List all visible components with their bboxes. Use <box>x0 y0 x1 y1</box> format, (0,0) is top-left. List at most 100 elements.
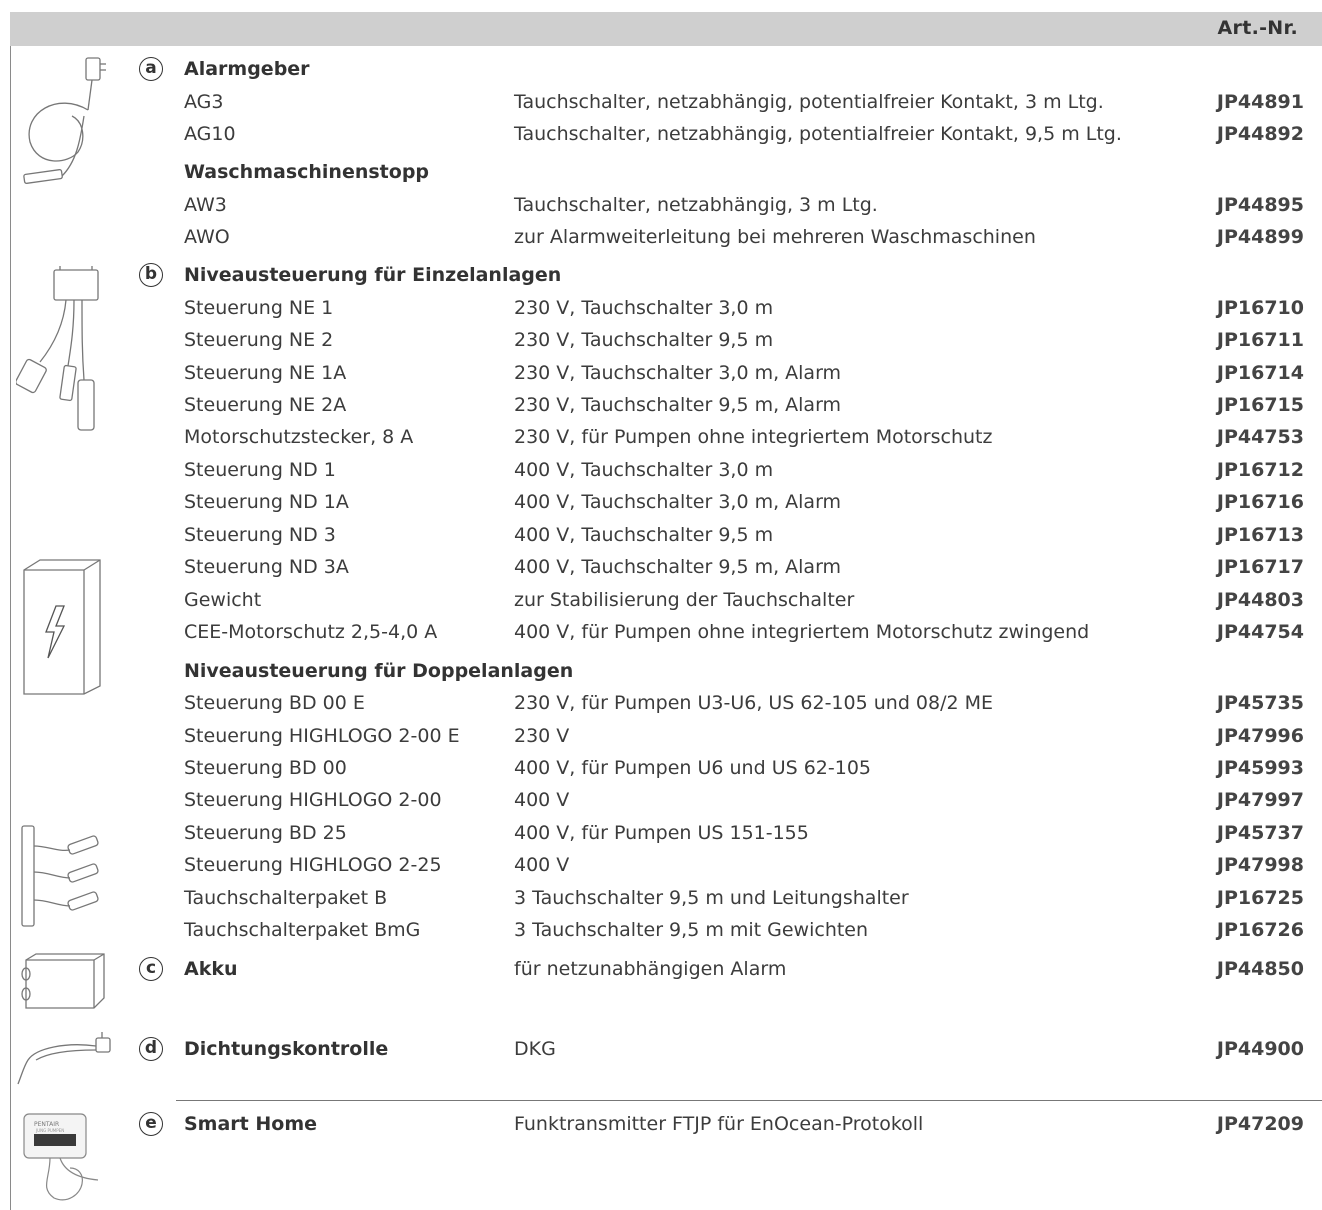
article-number: JP44850 <box>1216 958 1304 980</box>
section-letter-e: e <box>139 1112 163 1136</box>
product-description: Tauchschalter, netzabhängig, potentialfr… <box>514 91 1104 113</box>
table-row: Gewicht zur Stabilisierung der Tauchscha… <box>0 585 1322 615</box>
article-number: JP16725 <box>1216 887 1304 909</box>
section-letter-d: d <box>139 1037 163 1061</box>
article-number: JP16715 <box>1216 394 1304 416</box>
table-row: Steuerung ND 1A 400 V, Tauchschalter 3,0… <box>0 487 1322 517</box>
table-row: Steuerung ND 3A 400 V, Tauchschalter 9,5… <box>0 552 1322 582</box>
product-name: Steuerung NE 1A <box>184 362 347 384</box>
article-number: JP47997 <box>1216 789 1304 811</box>
product-description: 3 Tauchschalter 9,5 m und Leitungshalter <box>514 887 909 909</box>
product-description: 400 V <box>514 854 570 876</box>
table-row: Motorschutzstecker, 8 A 230 V, für Pumpe… <box>0 422 1322 452</box>
product-description: Tauchschalter, netzabhängig, 3 m Ltg. <box>514 194 878 216</box>
product-name: Steuerung HIGHLOGO 2-00 E <box>184 725 460 747</box>
product-name: Steuerung ND 3A <box>184 556 349 578</box>
battery-illustration <box>18 950 110 1014</box>
table-row: Steuerung HIGHLOGO 2-00 E 230 V JP47996 <box>0 721 1322 751</box>
article-number: JP16717 <box>1216 556 1304 578</box>
article-number: JP47209 <box>1216 1113 1304 1135</box>
table-row: AWO zur Alarmweiterleitung bei mehreren … <box>0 222 1322 252</box>
device-sub-label: JUNG PUMPEN <box>35 1128 64 1133</box>
table-row: AG3 Tauchschalter, netzabhängig, potenti… <box>0 87 1322 117</box>
product-name: Motorschutzstecker, 8 A <box>184 426 414 448</box>
section-divider <box>176 1100 1322 1101</box>
product-name: Steuerung BD 25 <box>184 822 347 844</box>
article-number: JP45993 <box>1216 757 1304 779</box>
product-description: 400 V, Tauchschalter 3,0 m <box>514 459 774 481</box>
table-header-bar: Art.-Nr. <box>10 12 1322 46</box>
subheading-waschmaschinenstopp: Waschmaschinenstopp <box>0 157 1322 187</box>
product-description: für netzunabhängigen Alarm <box>514 958 787 980</box>
control-box-illustration <box>20 556 106 698</box>
table-row: Steuerung NE 2 230 V, Tauchschalter 9,5 … <box>0 325 1322 355</box>
article-number: JP44803 <box>1216 589 1304 611</box>
subheading-label: Niveausteuerung für Doppelanlagen <box>184 660 574 682</box>
section-c-row: c Akku für netzunabhängigen Alarm JP4485… <box>0 954 1322 984</box>
section-letter-a: a <box>139 57 163 81</box>
product-description: zur Stabilisierung der Tauchschalter <box>514 589 855 611</box>
article-number: JP44754 <box>1216 621 1304 643</box>
product-description: 400 V, Tauchschalter 9,5 m, Alarm <box>514 556 842 578</box>
table-row: Steuerung BD 00 E 230 V, für Pumpen U3-U… <box>0 688 1322 718</box>
table-row: Steuerung BD 00 400 V, für Pumpen U6 und… <box>0 753 1322 783</box>
product-name: Steuerung HIGHLOGO 2-00 <box>184 789 442 811</box>
product-name: Steuerung ND 3 <box>184 524 336 546</box>
table-row: CEE-Motorschutz 2,5-4,0 A 400 V, für Pum… <box>0 617 1322 647</box>
product-description: 230 V, für Pumpen ohne integriertem Moto… <box>514 426 993 448</box>
product-description: 230 V, Tauchschalter 9,5 m <box>514 329 774 351</box>
product-description: 230 V, Tauchschalter 3,0 m, Alarm <box>514 362 842 384</box>
article-number: JP44900 <box>1216 1038 1304 1060</box>
table-row: Steuerung NE 1A 230 V, Tauchschalter 3,0… <box>0 358 1322 388</box>
product-name: Steuerung ND 1 <box>184 459 336 481</box>
article-number: JP44892 <box>1216 123 1304 145</box>
product-name: Tauchschalterpaket B <box>184 887 388 909</box>
table-row: AG10 Tauchschalter, netzabhängig, potent… <box>0 119 1322 149</box>
product-description: DKG <box>514 1038 556 1060</box>
subheading-doppelanlagen: Niveausteuerung für Doppelanlagen <box>0 656 1322 686</box>
art-nr-column-header: Art.-Nr. <box>1217 17 1298 39</box>
section-d-row: d Dichtungskontrolle DKG JP44900 <box>0 1034 1322 1064</box>
product-name: Steuerung HIGHLOGO 2-25 <box>184 854 442 876</box>
alarm-unit-illustration <box>18 52 128 192</box>
section-letter-c: c <box>139 957 163 981</box>
product-name: Steuerung NE 1 <box>184 297 334 319</box>
product-description: 230 V, Tauchschalter 3,0 m <box>514 297 774 319</box>
table-row: Steuerung ND 3 400 V, Tauchschalter 9,5 … <box>0 520 1322 550</box>
product-name: Steuerung BD 00 E <box>184 692 365 714</box>
product-name: Steuerung BD 00 <box>184 757 347 779</box>
product-name: Steuerung NE 2 <box>184 329 334 351</box>
section-a-heading: a Alarmgeber <box>0 54 1322 84</box>
section-title-einzelanlagen: Niveausteuerung für Einzelanlagen <box>184 264 562 286</box>
article-number: JP47998 <box>1216 854 1304 876</box>
product-description: 400 V, für Pumpen ohne integriertem Moto… <box>514 621 1090 643</box>
table-row: Steuerung HIGHLOGO 2-00 400 V JP47997 <box>0 785 1322 815</box>
table-row: Steuerung HIGHLOGO 2-25 400 V JP47998 <box>0 850 1322 880</box>
product-description: 400 V <box>514 789 570 811</box>
product-name: AWO <box>184 226 230 248</box>
product-name: CEE-Motorschutz 2,5-4,0 A <box>184 621 438 643</box>
product-description: 400 V, für Pumpen U6 und US 62-105 <box>514 757 871 779</box>
product-description: 3 Tauchschalter 9,5 m mit Gewichten <box>514 919 869 941</box>
article-number: JP16713 <box>1216 524 1304 546</box>
section-title-akku: Akku <box>184 958 238 980</box>
section-e-row: e Smart Home Funktransmitter FTJP für En… <box>0 1109 1322 1139</box>
section-letter-b: b <box>139 263 163 287</box>
article-number: JP16726 <box>1216 919 1304 941</box>
product-description: 400 V, Tauchschalter 9,5 m <box>514 524 774 546</box>
seal-monitor-illustration <box>16 1030 116 1090</box>
product-name: AG10 <box>184 123 236 145</box>
section-title-smart-home: Smart Home <box>184 1113 318 1135</box>
table-row: Steuerung ND 1 400 V, Tauchschalter 3,0 … <box>0 455 1322 485</box>
product-description: 230 V, Tauchschalter 9,5 m, Alarm <box>514 394 842 416</box>
product-description: Tauchschalter, netzabhängig, potentialfr… <box>514 123 1122 145</box>
product-description: zur Alarmweiterleitung bei mehreren Wasc… <box>514 226 1036 248</box>
product-name: Tauchschalterpaket BmG <box>184 919 421 941</box>
section-title-dichtungskontrolle: Dichtungskontrolle <box>184 1038 389 1060</box>
article-number: JP47996 <box>1216 725 1304 747</box>
product-description: 230 V <box>514 725 570 747</box>
device-brand-label: PENTAIR <box>34 1121 59 1128</box>
product-description: 400 V, Tauchschalter 3,0 m, Alarm <box>514 491 842 513</box>
article-number: JP16716 <box>1216 491 1304 513</box>
product-name: AW3 <box>184 194 227 216</box>
